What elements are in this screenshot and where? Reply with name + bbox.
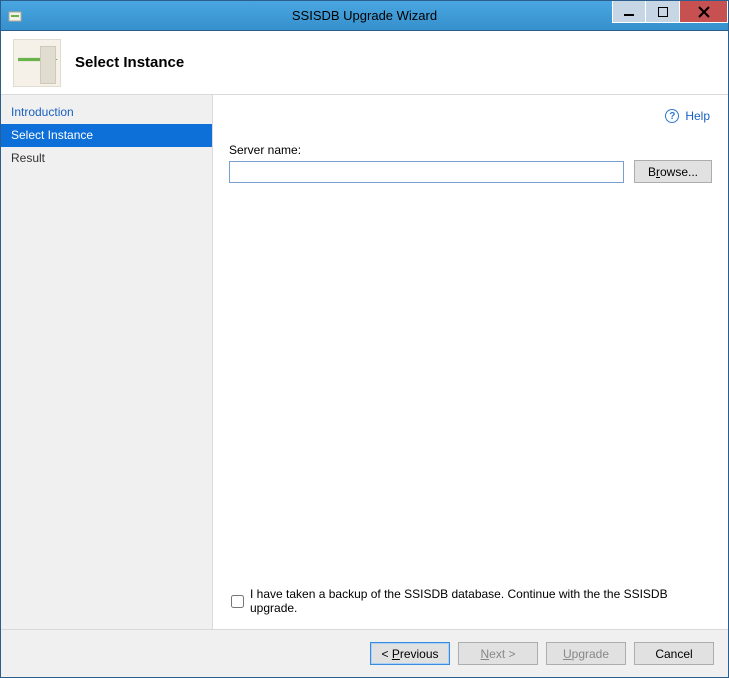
next-button[interactable]: Next > — [458, 642, 538, 665]
cancel-button[interactable]: Cancel — [634, 642, 714, 665]
help-icon: ? — [665, 109, 679, 123]
page-title: Select Instance — [75, 54, 184, 71]
help-label: Help — [685, 109, 710, 123]
wizard-step-icon — [13, 39, 61, 87]
backup-checkbox-row: I have taken a backup of the SSISDB data… — [231, 587, 710, 615]
wizard-content: ? Help Server name: Browse... I have tak… — [213, 95, 728, 629]
wizard-steps-sidebar: Introduction Select Instance Result — [1, 95, 213, 629]
help-link[interactable]: ? Help — [665, 109, 710, 123]
sidebar-item-select-instance[interactable]: Select Instance — [1, 124, 212, 147]
sidebar-item-introduction[interactable]: Introduction — [1, 101, 212, 124]
wizard-body: Introduction Select Instance Result ? He… — [1, 95, 728, 629]
server-name-input[interactable] — [229, 161, 624, 183]
wizard-footer: < Previous Next > Upgrade Cancel — [1, 629, 728, 677]
backup-checkbox[interactable] — [231, 595, 244, 608]
close-button[interactable] — [680, 1, 728, 23]
app-icon — [7, 8, 23, 24]
titlebar: SSISDB Upgrade Wizard — [1, 1, 728, 31]
wizard-header: Select Instance — [1, 31, 728, 95]
server-name-label: Server name: — [229, 143, 712, 157]
previous-button[interactable]: < Previous — [370, 642, 450, 665]
sidebar-item-result[interactable]: Result — [1, 147, 212, 170]
upgrade-button[interactable]: Upgrade — [546, 642, 626, 665]
browse-button[interactable]: Browse... — [634, 160, 712, 183]
maximize-button[interactable] — [646, 1, 680, 23]
server-name-row: Browse... — [229, 160, 712, 183]
window-controls — [612, 1, 728, 30]
minimize-button[interactable] — [612, 1, 646, 23]
backup-checkbox-label: I have taken a backup of the SSISDB data… — [250, 587, 710, 615]
